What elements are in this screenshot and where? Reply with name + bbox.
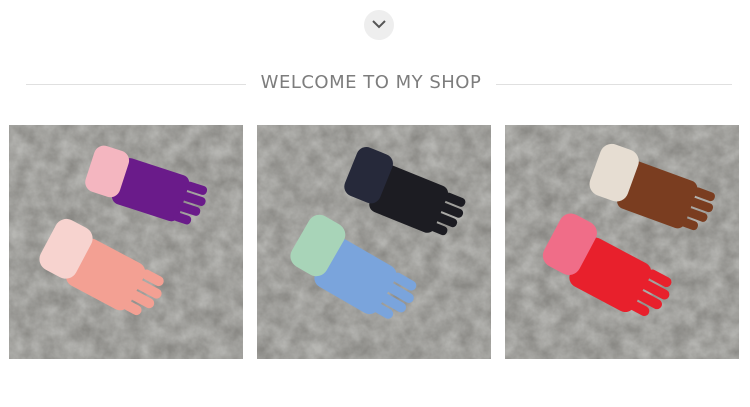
chevron-down-icon — [372, 20, 386, 29]
purple-and-pink-gloves-photo — [9, 125, 243, 359]
product-image-3[interactable] — [505, 125, 739, 359]
divider-left — [26, 84, 246, 85]
product-image-1[interactable] — [9, 125, 243, 359]
section-header: WELCOME TO MY SHOP — [0, 70, 750, 98]
black-and-blue-gloves-photo — [257, 125, 491, 359]
section-title: WELCOME TO MY SHOP — [260, 72, 482, 93]
divider-right — [496, 84, 732, 85]
scroll-down-button[interactable] — [364, 10, 394, 40]
product-image-2[interactable] — [257, 125, 491, 359]
brown-and-red-gloves-photo — [505, 125, 739, 359]
